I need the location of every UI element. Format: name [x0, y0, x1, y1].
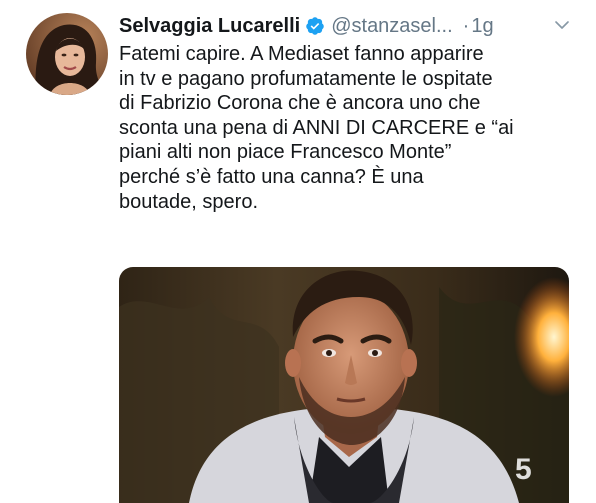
tweet-header: Selvaggia Lucarelli @stanzasel... · 1g: [119, 12, 579, 40]
tweet-media-image[interactable]: 5: [119, 267, 569, 503]
user-handle[interactable]: @stanzasel...: [331, 15, 452, 38]
chevron-down-icon[interactable]: [553, 16, 571, 34]
tweet-text-line: Fatemi capire. A Mediaset fanno apparire: [119, 43, 484, 65]
tweet-text: Fatemi capire. A Mediaset fanno apparire…: [119, 42, 589, 214]
channel-watermark: 5: [515, 453, 532, 486]
timestamp[interactable]: 1g: [471, 15, 493, 38]
tweet-text-line: boutade, spero.: [119, 190, 258, 213]
tweet-text-line: in tv e pagano profumatamente le ospitat…: [119, 67, 493, 90]
tweet-text-line: sconta una pena di ANNI DI CARCERE e “ai: [119, 116, 514, 139]
avatar[interactable]: [26, 13, 108, 95]
tweet-text-line: piani alti non piace Francesco Monte”: [119, 141, 452, 164]
verified-badge-icon: [306, 17, 324, 35]
display-name[interactable]: Selvaggia Lucarelli: [119, 15, 300, 38]
separator-dot: ·: [462, 14, 470, 37]
tweet-text-line: di Fabrizio Corona che è ancora uno che: [119, 92, 481, 115]
tweet-text-line: perché s’è fatto una canna? È una: [119, 165, 424, 188]
